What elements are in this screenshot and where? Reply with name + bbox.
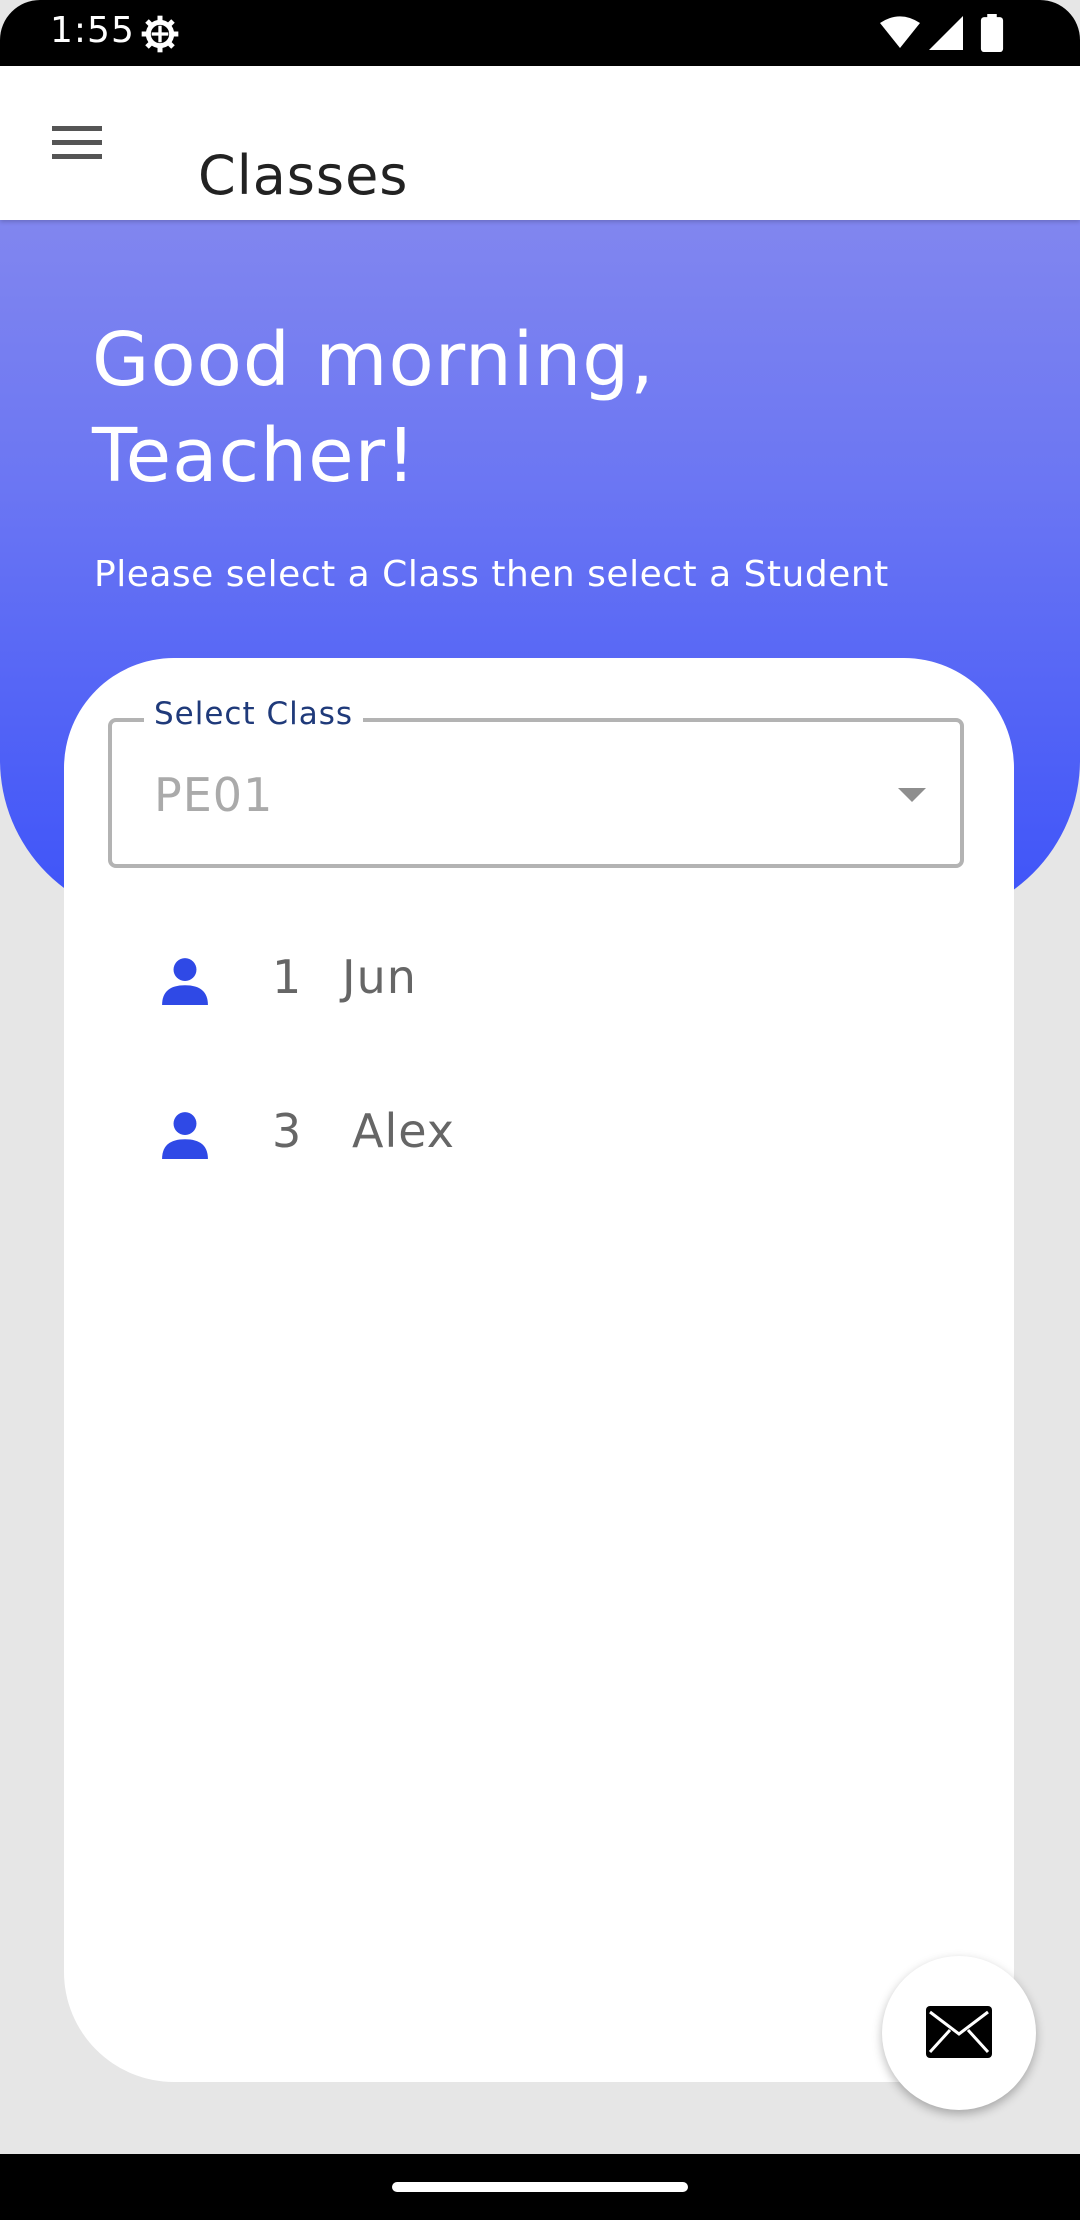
select-class-label: Select Class [144,696,364,732]
greeting-line-1: Good morning, [92,317,655,403]
greeting-line-2: Teacher! [92,413,417,499]
home-indicator[interactable] [392,2182,688,2192]
wifi-icon [880,16,920,48]
selected-class-value: PE01 [154,768,274,822]
status-time: 1:55 [50,10,135,51]
student-list: 1 Jun 3 Alex [64,908,1014,1216]
person-icon [162,1112,208,1159]
signal-icon [929,16,963,50]
student-id: 3 [272,1104,302,1158]
app-bar: Classes [0,66,1080,220]
status-bar: 1:55 [0,0,1080,66]
instruction-text: Please select a Class then select a Stud… [94,554,889,595]
chevron-down-icon [898,788,926,802]
greeting-heading: Good morning, Teacher! [92,312,992,504]
mail-icon [926,2006,992,2058]
person-icon [162,958,208,1005]
student-id: 1 [272,950,302,1004]
send-message-button[interactable] [882,1956,1036,2110]
class-card: Select Class PE01 1 Jun 3 Alex [64,658,1014,2082]
navigation-bar [0,2154,1080,2220]
settings-icon [141,15,179,53]
page-title: Classes [198,144,409,208]
list-item[interactable]: 3 Alex [64,1062,1014,1216]
student-name: Alex [352,1104,455,1158]
student-name: Jun [342,950,417,1004]
class-select-dropdown[interactable]: Select Class PE01 [108,696,964,868]
list-item[interactable]: 1 Jun [64,908,1014,1062]
hamburger-menu-icon[interactable] [44,118,110,168]
battery-icon [980,14,1004,52]
